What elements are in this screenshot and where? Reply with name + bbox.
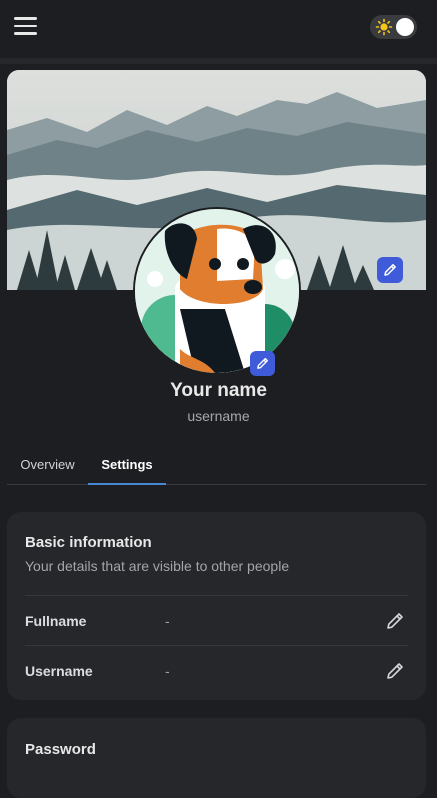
password-card: Password xyxy=(7,718,426,798)
username-label: Username xyxy=(25,663,93,679)
username-row: Username - xyxy=(25,645,408,696)
hamburger-menu-icon[interactable] xyxy=(14,16,38,36)
fullname-value: - xyxy=(165,613,170,629)
edit-username-pencil-icon[interactable] xyxy=(384,660,406,682)
tab-settings-label: Settings xyxy=(101,457,153,472)
fullname-label: Fullname xyxy=(25,613,87,629)
password-title: Password xyxy=(25,741,96,758)
toggle-knob xyxy=(396,18,414,36)
sun-icon xyxy=(375,18,393,36)
pencil-icon xyxy=(384,264,396,276)
tab-overview[interactable]: Overview xyxy=(7,446,88,483)
active-tab-indicator xyxy=(88,483,166,485)
avatar xyxy=(133,207,301,375)
pencil-icon xyxy=(257,357,269,369)
top-bar xyxy=(0,0,437,58)
fullname-row: Fullname - xyxy=(25,595,408,646)
username-value: - xyxy=(165,663,170,679)
edit-cover-button[interactable] xyxy=(377,257,403,283)
card-subtitle: Your details that are visible to other p… xyxy=(25,558,290,574)
tab-settings[interactable]: Settings xyxy=(88,446,166,485)
profile-username: username xyxy=(187,408,250,424)
profile-tabs: Overview Settings xyxy=(7,446,426,485)
basic-information-card: Basic information Your details that are … xyxy=(7,512,426,700)
edit-avatar-button[interactable] xyxy=(250,351,275,376)
card-title: Basic information xyxy=(25,534,152,551)
header-divider xyxy=(0,58,437,64)
dog-avatar xyxy=(135,209,299,373)
edit-fullname-pencil-icon[interactable] xyxy=(384,610,406,632)
profile-name: Your name xyxy=(170,380,267,401)
theme-toggle[interactable] xyxy=(370,15,417,39)
